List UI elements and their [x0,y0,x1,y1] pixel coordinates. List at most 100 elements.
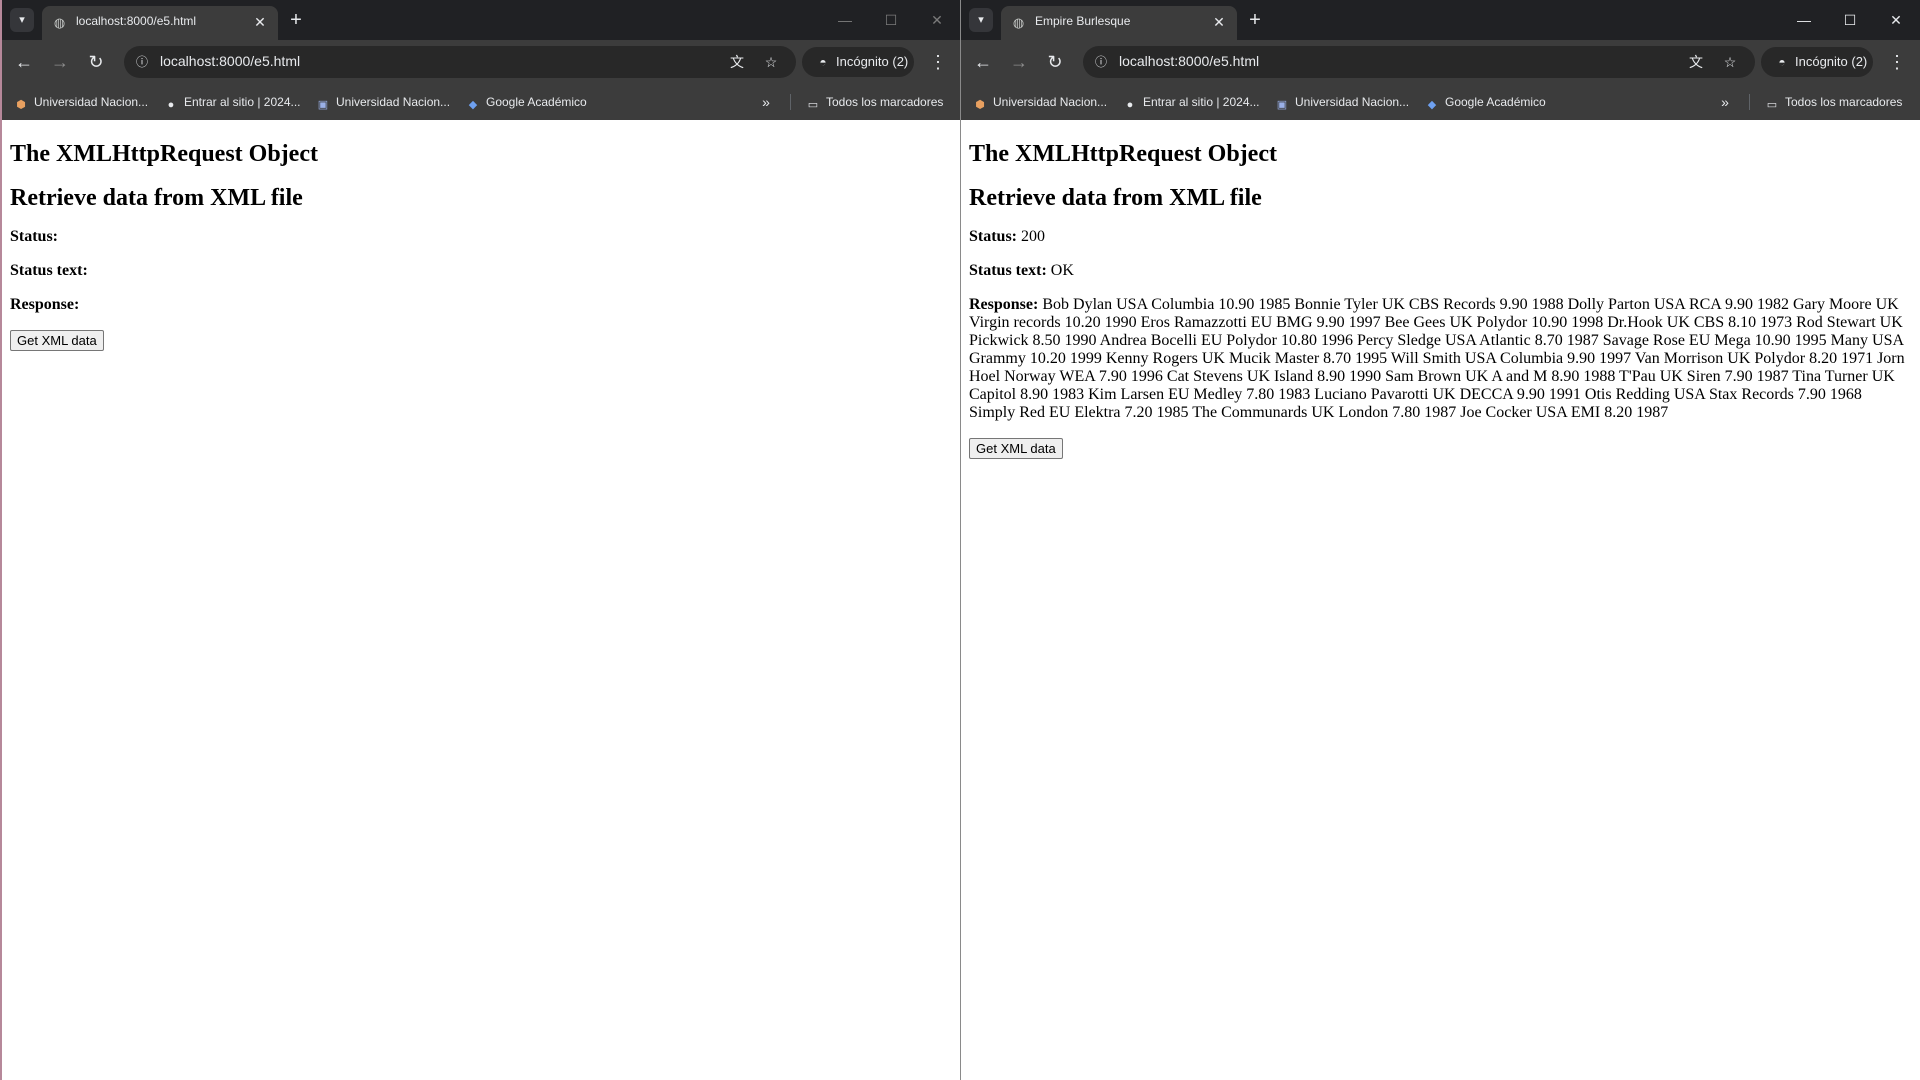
all-bookmarks-label: Todos los marcadores [826,95,944,109]
all-bookmarks-button[interactable]: ▭ Todos los marcadores [1765,91,1903,113]
site-info-icon[interactable]: ⓘ [132,52,152,72]
tab-close-icon[interactable]: ✕ [1209,12,1229,32]
response-value: Bob Dylan USA Columbia 10.90 1985 Bonnie… [969,296,1905,421]
browser-menu-icon[interactable]: ⋮ [1883,48,1911,76]
page-content: The XMLHttpRequest Object Retrieve data … [961,120,1920,467]
all-bookmarks-label: Todos los marcadores [1785,95,1903,109]
status-label: Status: [10,228,59,245]
tab-active[interactable]: ◍ Empire Burlesque ✕ [1001,6,1237,40]
page-subtitle: Retrieve data from XML file [969,185,1262,211]
tab-title: localhost:8000/e5.html [76,14,197,28]
toolbar: ← → ↻ ⓘ localhost:8000/e5.html 文 ☆ ◓ Inc… [2,40,960,84]
new-tab-button[interactable]: + [284,8,308,32]
page-title: The XMLHttpRequest Object [10,141,318,167]
moodle-icon: ● [167,99,175,111]
browser-window-left: ▾ ◍ localhost:8000/e5.html ✕ + — ☐ ✕ ← →… [0,0,960,1080]
university-icon: ⬢ [975,99,985,111]
moodle-icon: ● [1126,99,1134,111]
page-content: The XMLHttpRequest Object Retrieve data … [2,120,960,359]
tab-strip: ▾ ◍ localhost:8000/e5.html ✕ + — ☐ ✕ [2,0,960,40]
bookmark-label: Entrar al sitio | 2024... [1143,95,1260,109]
reload-button[interactable]: ↻ [1041,48,1069,76]
incognito-badge[interactable]: ◓ Incógnito (2) [802,47,914,77]
tab-search-icon[interactable]: ▾ [969,8,993,32]
bookmarks-overflow-icon[interactable]: » [1713,91,1737,113]
tab-active[interactable]: ◍ localhost:8000/e5.html ✕ [42,6,278,40]
university-icon: ▣ [317,99,329,111]
address-bar[interactable]: ⓘ localhost:8000/e5.html 文 ☆ [124,46,796,78]
translate-icon[interactable]: 文 [726,51,748,73]
response-line: Response: Bob Dylan USA Columbia 10.90 1… [969,296,1912,422]
browser-chrome: ▾ ◍ localhost:8000/e5.html ✕ + — ☐ ✕ ← →… [2,0,960,120]
bookmark-item[interactable]: ▣ Universidad Nacion... [1275,91,1409,113]
browser-menu-icon[interactable]: ⋮ [924,48,952,76]
bookmark-item[interactable]: ● Entrar al sitio | 2024... [164,91,301,113]
status-line: Status: [10,228,952,246]
bookmark-label: Entrar al sitio | 2024... [184,95,301,109]
toolbar: ← → ↻ ⓘ localhost:8000/e5.html 文 ☆ ◓ Inc… [961,40,1920,84]
address-bar[interactable]: ⓘ localhost:8000/e5.html 文 ☆ [1083,46,1755,78]
status-text-line: Status text: [10,262,952,280]
bookmark-item[interactable]: ◆ Google Académico [466,91,587,113]
tab-search-icon[interactable]: ▾ [10,8,34,32]
status-label: Status: [969,228,1018,245]
bookmark-star-icon[interactable]: ☆ [1719,51,1741,73]
incognito-icon: ◓ [819,55,827,69]
bookmark-item[interactable]: ▣ Universidad Nacion... [316,91,450,113]
incognito-icon: ◓ [1778,55,1786,69]
bookmark-label: Google Académico [1445,95,1546,109]
bookmarks-divider [790,94,791,110]
back-button[interactable]: ← [969,48,997,76]
get-xml-data-button[interactable]: Get XML data [969,438,1063,459]
status-text-value: OK [1050,262,1074,279]
bookmark-item[interactable]: ◆ Google Académico [1425,91,1546,113]
minimize-button[interactable]: — [1781,0,1827,40]
incognito-badge[interactable]: ◓ Incógnito (2) [1761,47,1873,77]
close-window-button[interactable]: ✕ [1873,0,1919,40]
reload-button[interactable]: ↻ [82,48,110,76]
new-tab-button[interactable]: + [1243,8,1267,32]
bookmarks-bar: ⬢ Universidad Nacion... ● Entrar al sitio … [961,84,1920,120]
bookmark-star-icon[interactable]: ☆ [760,51,782,73]
bookmarks-overflow-icon[interactable]: » [754,91,778,113]
all-bookmarks-button[interactable]: ▭ Todos los marcadores [806,91,944,113]
maximize-button[interactable]: ☐ [1827,0,1873,40]
forward-button[interactable]: → [46,48,74,76]
bookmark-label: Universidad Nacion... [336,95,451,109]
site-info-icon[interactable]: ⓘ [1091,52,1111,72]
status-text-line: Status text: OK [969,262,1912,280]
url-text: localhost:8000/e5.html [160,53,301,69]
get-xml-data-button[interactable]: Get XML data [10,330,104,351]
globe-icon: ◍ [53,15,66,30]
status-value: 200 [1021,228,1046,245]
bookmarks-divider [1749,94,1750,110]
forward-button[interactable]: → [1005,48,1033,76]
url-text: localhost:8000/e5.html [1119,53,1260,69]
bookmark-item[interactable]: ⬢ Universidad Nacion... [973,91,1107,113]
folder-icon: ▭ [1766,99,1778,111]
status-text-label: Status text: [10,262,88,279]
globe-icon: ◍ [1012,15,1025,30]
response-label: Response: [969,296,1039,313]
response-label: Response: [10,296,80,313]
scholar-icon: ◆ [468,99,478,111]
status-text-label: Status text: [969,262,1047,279]
tab-strip: ▾ ◍ Empire Burlesque ✕ + — ☐ ✕ [961,0,1920,40]
tab-close-icon[interactable]: ✕ [250,12,270,32]
incognito-label: Incógnito (2) [836,54,909,69]
maximize-button[interactable]: ☐ [868,0,914,40]
scholar-icon: ◆ [1427,99,1437,111]
university-icon: ⬢ [16,99,26,111]
bookmark-item[interactable]: ● Entrar al sitio | 2024... [1123,91,1260,113]
translate-icon[interactable]: 文 [1685,51,1707,73]
browser-window-right: ▾ ◍ Empire Burlesque ✕ + — ☐ ✕ ← → ↻ ⓘ l… [960,0,1920,1080]
folder-icon: ▭ [807,99,819,111]
back-button[interactable]: ← [10,48,38,76]
bookmarks-bar: ⬢ Universidad Nacion... ● Entrar al sitio … [2,84,960,120]
bookmark-label: Universidad Nacion... [34,95,149,109]
bookmark-item[interactable]: ⬢ Universidad Nacion... [14,91,148,113]
incognito-label: Incógnito (2) [1795,54,1868,69]
minimize-button[interactable]: — [822,0,868,40]
close-window-button[interactable]: ✕ [914,0,960,40]
tab-title: Empire Burlesque [1035,14,1131,28]
